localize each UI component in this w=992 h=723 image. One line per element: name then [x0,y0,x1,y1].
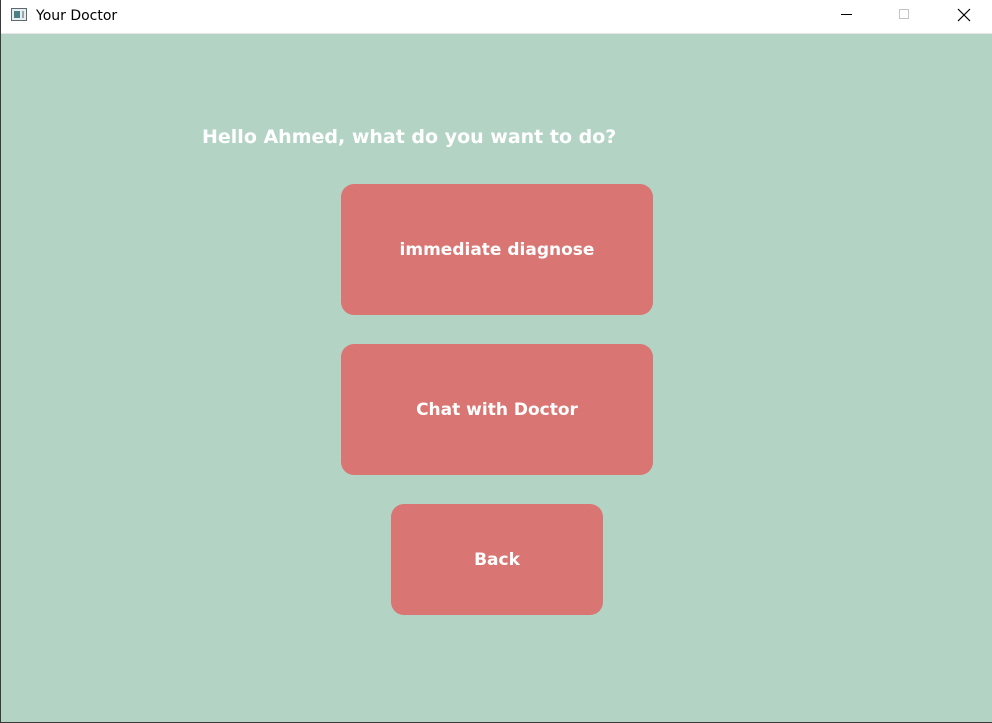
app-window: Your Doctor Hello Ahmed, what do you wan… [0,0,992,723]
immediate-diagnose-label: immediate diagnose [399,239,595,260]
minimize-icon [841,14,852,15]
immediate-diagnose-button[interactable]: immediate diagnose [341,184,653,315]
maximize-icon [899,9,909,19]
app-window-icon [11,8,27,21]
minimize-button[interactable] [824,0,870,30]
title-bar: Your Doctor [1,0,992,34]
maximize-button[interactable] [882,0,928,30]
window-title: Your Doctor [36,8,118,24]
back-button[interactable]: Back [391,504,603,615]
close-icon [957,8,971,22]
chat-with-doctor-button[interactable]: Chat with Doctor [341,344,653,475]
chat-with-doctor-label: Chat with Doctor [416,399,578,420]
close-button[interactable] [941,0,987,30]
greeting-heading: Hello Ahmed, what do you want to do? [202,126,617,148]
back-label: Back [474,549,520,570]
